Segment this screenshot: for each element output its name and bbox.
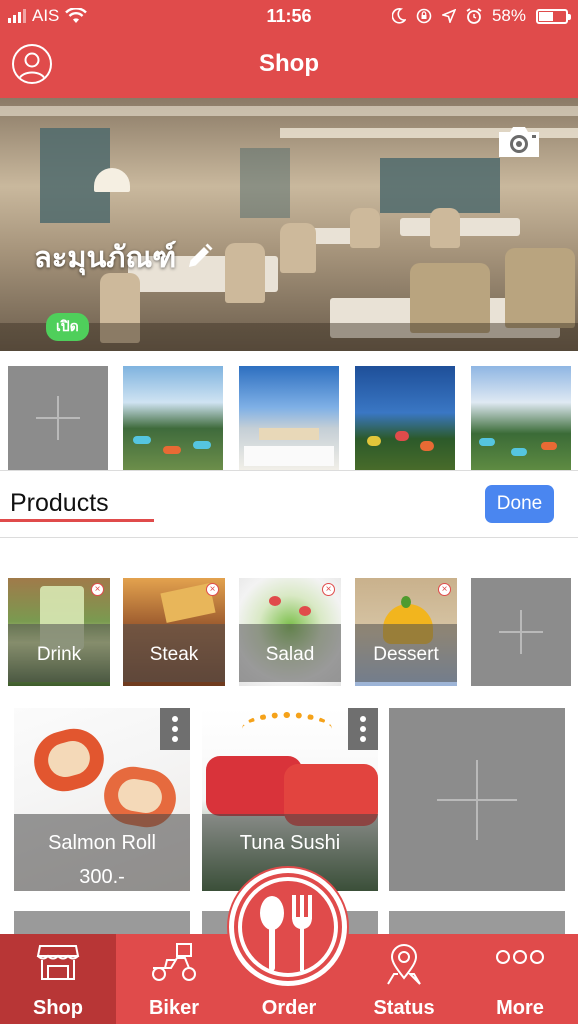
page-title: Shop bbox=[259, 50, 319, 77]
storefront-icon bbox=[36, 945, 80, 980]
order-fab-button[interactable] bbox=[229, 868, 347, 986]
products-title-underline bbox=[0, 519, 154, 522]
remove-category-icon[interactable]: × bbox=[206, 583, 219, 596]
fork-spoon-icon bbox=[238, 877, 338, 977]
remove-category-icon[interactable]: × bbox=[438, 583, 451, 596]
product-options-button[interactable] bbox=[348, 708, 378, 750]
plus-icon bbox=[36, 396, 80, 440]
done-button[interactable]: Done bbox=[485, 485, 554, 523]
tab-status[interactable]: Status bbox=[346, 934, 462, 1024]
change-cover-button[interactable] bbox=[496, 124, 542, 160]
alarm-icon bbox=[466, 8, 482, 24]
category-label: Dessert bbox=[373, 644, 439, 665]
category-label: Steak bbox=[149, 644, 199, 665]
gallery-photo[interactable] bbox=[471, 366, 571, 470]
rotation-lock-icon bbox=[416, 8, 432, 24]
tab-label: More bbox=[496, 997, 544, 1019]
tab-label: Order bbox=[261, 997, 317, 1019]
pendant-lamp bbox=[94, 168, 130, 192]
shop-name-label: ละมุนภัณฑ์ bbox=[34, 242, 177, 274]
product-card[interactable]: Salmon Roll 300.- bbox=[14, 708, 190, 891]
tab-label: Status bbox=[373, 997, 435, 1019]
camera-icon bbox=[499, 127, 539, 157]
add-product-button[interactable] bbox=[389, 708, 565, 891]
open-status-badge[interactable]: เปิด bbox=[46, 313, 89, 341]
add-category-button[interactable] bbox=[471, 578, 571, 686]
plus-icon bbox=[437, 759, 517, 840]
gallery-photo[interactable] bbox=[123, 366, 223, 470]
product-name: Salmon Roll bbox=[48, 832, 156, 854]
gallery-photo[interactable] bbox=[355, 366, 455, 470]
battery-icon bbox=[536, 8, 571, 24]
product-name: Tuna Sushi bbox=[239, 832, 341, 854]
product-options-button[interactable] bbox=[160, 708, 190, 750]
top-bar: AIS 11:56 58% Shop bbox=[0, 0, 578, 98]
shop-name[interactable]: ละมุนภัณฑ์ bbox=[34, 234, 214, 280]
tab-label: Shop bbox=[33, 997, 83, 1019]
category-label: Salad bbox=[265, 644, 315, 665]
product-price: 300.- bbox=[79, 866, 125, 888]
battery-percent: 58% bbox=[491, 6, 526, 25]
category-dessert[interactable]: Dessert × bbox=[355, 578, 457, 686]
tab-shop[interactable]: Shop bbox=[0, 934, 116, 1024]
moon-icon bbox=[391, 8, 406, 24]
shop-screen: AIS 11:56 58% Shop ละมุนภัณฑ์ เปิด Produ… bbox=[0, 0, 578, 1024]
status-bar: AIS 11:56 58% bbox=[0, 0, 578, 32]
products-title: Products bbox=[10, 489, 109, 517]
product-card[interactable]: Tuna Sushi 200.- bbox=[202, 708, 378, 891]
category-drink[interactable]: Drink × bbox=[8, 578, 110, 686]
edit-pencil-icon[interactable] bbox=[184, 242, 214, 272]
category-steak[interactable]: Steak × bbox=[123, 578, 225, 686]
remove-category-icon[interactable]: × bbox=[91, 583, 104, 596]
products-header: Products Done bbox=[0, 470, 578, 538]
add-photo-button[interactable] bbox=[8, 366, 108, 470]
map-pin-icon bbox=[387, 944, 421, 985]
tab-label: Biker bbox=[148, 997, 200, 1019]
remove-category-icon[interactable]: × bbox=[322, 583, 335, 596]
delivery-scooter-icon bbox=[152, 943, 196, 981]
shop-cover-photo[interactable]: ละมุนภัณฑ์ เปิด bbox=[0, 98, 578, 351]
category-label: Drink bbox=[36, 644, 82, 665]
photo-gallery bbox=[0, 366, 578, 470]
location-arrow-icon bbox=[441, 9, 456, 23]
gallery-photo[interactable] bbox=[239, 366, 339, 470]
plus-icon bbox=[499, 610, 543, 654]
tab-more[interactable]: More bbox=[462, 934, 578, 1024]
tab-biker[interactable]: Biker bbox=[116, 934, 232, 1024]
category-salad[interactable]: Salad × bbox=[239, 578, 341, 686]
more-dots-icon bbox=[496, 950, 544, 964]
